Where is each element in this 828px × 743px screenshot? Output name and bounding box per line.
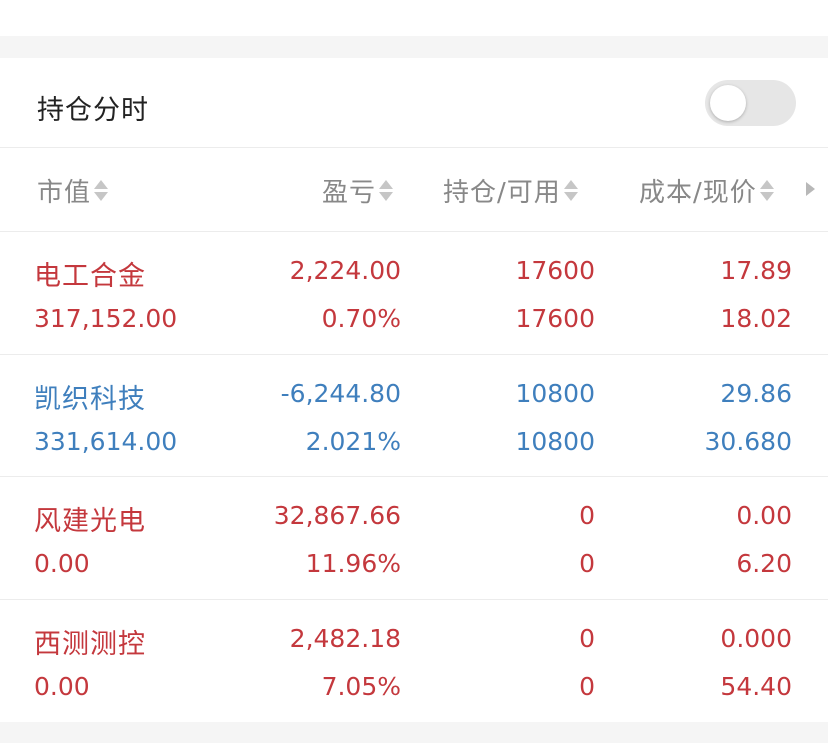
header-position-available[interactable]: 持仓/可用 xyxy=(443,172,578,209)
toggle-label: 持仓分时 xyxy=(37,95,149,126)
table-header: 市值 盈亏 持仓/可用 成本/现价 xyxy=(0,148,828,232)
profit-loss: 32,867.66 xyxy=(273,501,401,530)
available: 10800 xyxy=(515,426,595,456)
market-value: 0.00 xyxy=(34,549,90,578)
market-value: 317,152.00 xyxy=(34,304,178,333)
table-row[interactable]: 西测测控 0.00 2,482.18 7.05% 0 0 0.000 54.40 xyxy=(0,600,828,723)
cost: 0.000 xyxy=(720,623,792,653)
profit-loss: -6,244.80 xyxy=(280,378,401,408)
header-market-value-label: 市值 xyxy=(37,178,92,208)
profit-loss-pct: 11.96% xyxy=(305,549,401,578)
position: 0 xyxy=(579,623,595,653)
sort-icon xyxy=(563,180,578,201)
sort-icon xyxy=(379,180,394,201)
sort-icon xyxy=(94,180,109,201)
stock-name: 电工合金 xyxy=(34,261,146,292)
holdings-list: 电工合金 317,152.00 2,224.00 0.70% 17600 176… xyxy=(0,232,828,722)
table-row[interactable]: 电工合金 317,152.00 2,224.00 0.70% 17600 176… xyxy=(0,232,828,355)
sort-icon xyxy=(759,180,774,201)
cost: 0.00 xyxy=(736,501,792,530)
toggle-row: 持仓分时 xyxy=(0,58,828,148)
position: 0 xyxy=(579,501,595,530)
profit-loss-pct: 0.70% xyxy=(321,304,401,333)
position: 10800 xyxy=(515,378,595,408)
top-strip xyxy=(0,0,828,36)
profit-loss-pct: 2.021% xyxy=(305,426,401,456)
market-value: 331,614.00 xyxy=(34,426,178,456)
available: 17600 xyxy=(515,304,595,333)
price: 18.02 xyxy=(720,304,792,333)
table-row[interactable]: 凯织科技 331,614.00 -6,244.80 2.021% 10800 1… xyxy=(0,355,828,477)
header-position-available-label: 持仓/可用 xyxy=(443,178,561,208)
stock-name: 凯织科技 xyxy=(34,383,146,415)
price: 54.40 xyxy=(720,671,792,701)
market-value: 0.00 xyxy=(34,671,90,701)
price: 30.680 xyxy=(704,426,792,456)
profit-loss-pct: 7.05% xyxy=(321,671,401,701)
header-cost-price[interactable]: 成本/现价 xyxy=(639,172,774,209)
profit-loss: 2,224.00 xyxy=(289,256,401,285)
scroll-right-icon[interactable] xyxy=(806,182,815,196)
header-profit-loss-label: 盈亏 xyxy=(322,178,377,208)
position-timeshare-toggle[interactable] xyxy=(705,80,796,126)
available: 0 xyxy=(579,549,595,578)
table-row[interactable]: 风建光电 0.00 32,867.66 11.96% 0 0 0.00 6.20 xyxy=(0,477,828,600)
header-profit-loss[interactable]: 盈亏 xyxy=(322,172,394,209)
price: 6.20 xyxy=(736,549,792,578)
cost: 29.86 xyxy=(720,378,792,408)
header-market-value[interactable]: 市值 xyxy=(37,172,109,209)
stock-name: 西测测控 xyxy=(34,628,146,660)
stock-name: 风建光电 xyxy=(34,506,146,537)
profit-loss: 2,482.18 xyxy=(289,623,401,653)
available: 0 xyxy=(579,671,595,701)
toggle-knob xyxy=(710,85,746,121)
position: 17600 xyxy=(515,256,595,285)
header-cost-price-label: 成本/现价 xyxy=(639,178,757,208)
cost: 17.89 xyxy=(720,256,792,285)
holdings-card: 持仓分时 市值 盈亏 持仓/可用 成本/现价 电工合金 317,152.00 2… xyxy=(0,58,828,722)
